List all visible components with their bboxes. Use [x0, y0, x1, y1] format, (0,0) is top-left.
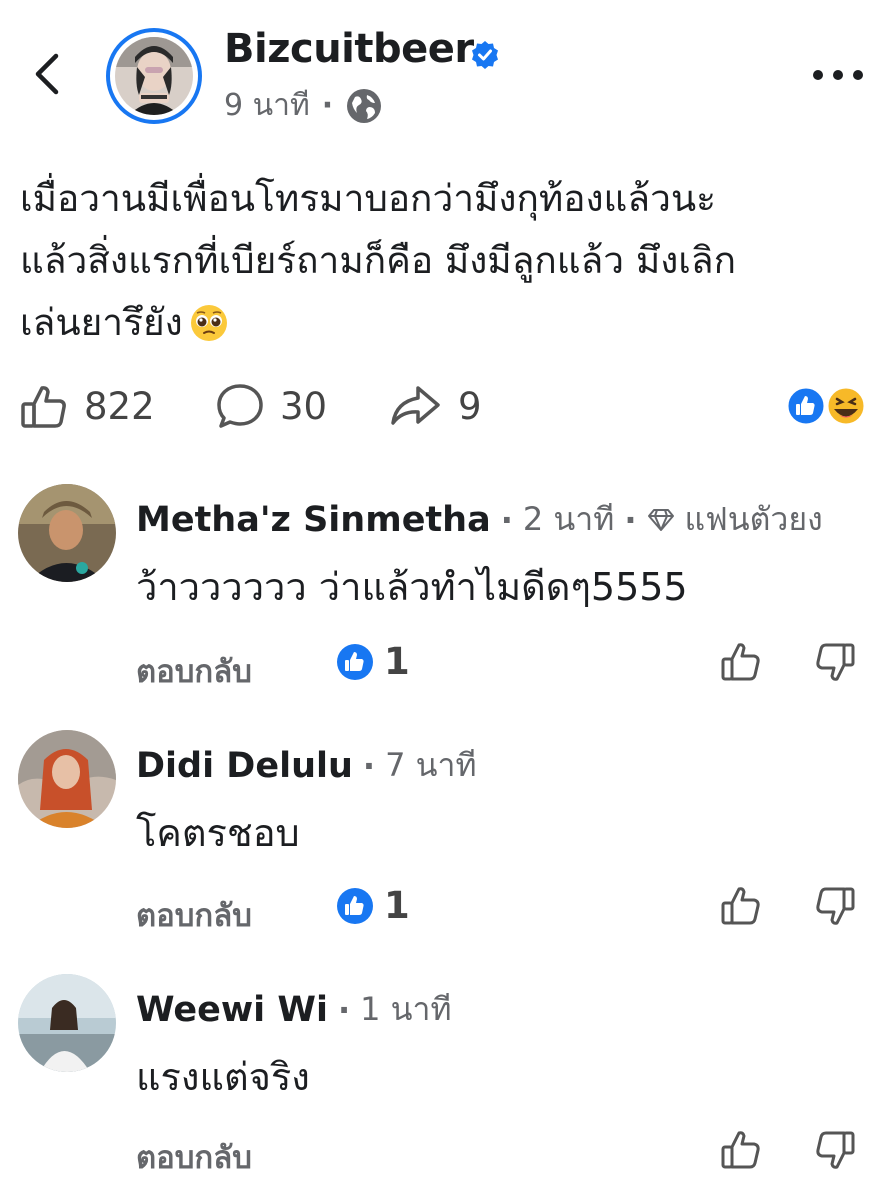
comment-like-count[interactable]: 1: [336, 640, 410, 683]
comment-header: Metha'z Sinmetha · 2 นาที · แฟนตัวยง: [136, 494, 823, 545]
comment-time[interactable]: 2 นาที: [523, 494, 614, 545]
comment-time[interactable]: 7 นาที: [385, 740, 476, 791]
post-text: เมื่อวานมีเพื่อนโทรมาบอกว่ามึงกุท้องแล้ว…: [20, 177, 737, 344]
like-reaction-icon: [337, 643, 373, 680]
thumbs-down-icon: [816, 643, 855, 681]
author-name[interactable]: Bizcuitbeer: [224, 26, 474, 72]
thumbs-down-icon: [816, 1131, 855, 1169]
reply-button[interactable]: ตอบกลับ: [136, 1132, 252, 1182]
pleading-face-emoji: [190, 305, 227, 341]
globe-icon: [347, 88, 382, 123]
commenter-avatar[interactable]: [18, 484, 116, 582]
comment-text: โคตรชอบ: [136, 811, 300, 855]
post-meta: 9 นาที ·: [224, 82, 383, 129]
commenter-name[interactable]: Metha'z Sinmetha: [136, 500, 491, 540]
comment-header: Weewi Wi · 1 นาที: [136, 984, 452, 1035]
more-icon: [813, 70, 863, 80]
post-body: เมื่อวานมีเพื่อนโทรมาบอกว่ามึงกุท้องแล้ว…: [20, 168, 880, 354]
upvote-button[interactable]: [718, 638, 764, 684]
reply-button[interactable]: ตอบกลับ: [136, 646, 252, 696]
separator-dot: ·: [337, 990, 351, 1029]
separator-dot: ·: [362, 746, 376, 785]
thumbs-up-icon: [721, 887, 760, 925]
author-avatar[interactable]: [106, 28, 202, 124]
thumbs-up-icon: [721, 643, 760, 681]
more-options-button[interactable]: [806, 58, 870, 88]
like-icon: [21, 386, 66, 428]
comment-like-number: 1: [384, 640, 410, 683]
like-reaction-icon: [785, 385, 827, 427]
share-icon: [391, 386, 440, 425]
comment-like-number: 1: [384, 884, 410, 927]
back-button[interactable]: [20, 44, 76, 104]
verified-badge-icon: [470, 40, 500, 70]
comment-text: ว้าวววววว ว่าแล้วทำไมดีดๆ5555: [136, 565, 688, 609]
separator-dot: ·: [500, 500, 513, 539]
comment-count: 30: [280, 384, 328, 428]
thumbs-up-icon: [721, 1131, 760, 1169]
comment-icon: [217, 384, 263, 428]
commenter-avatar[interactable]: [18, 974, 116, 1072]
comment-button[interactable]: 30: [214, 378, 327, 434]
thumbs-down-icon: [816, 887, 855, 925]
comment-header: Didi Delulu · 7 นาที: [136, 740, 477, 791]
separator-dot: ·: [321, 88, 334, 123]
top-fan-badge: แฟนตัวยง: [684, 500, 823, 538]
commenter-name[interactable]: Weewi Wi: [136, 990, 328, 1030]
commenter-name[interactable]: Didi Delulu: [136, 746, 353, 786]
post-time[interactable]: 9 นาที: [224, 82, 310, 129]
upvote-button[interactable]: [718, 882, 764, 928]
share-count: 9: [458, 384, 482, 428]
like-count: 822: [84, 384, 155, 428]
share-button[interactable]: 9: [388, 378, 482, 434]
commenter-avatar[interactable]: [18, 730, 116, 828]
downvote-button[interactable]: [812, 1128, 858, 1174]
upvote-button[interactable]: [718, 1126, 764, 1172]
diamond-icon: [648, 508, 675, 531]
reply-button[interactable]: ตอบกลับ: [136, 890, 252, 940]
separator-dot: ·: [624, 500, 637, 539]
reaction-icons[interactable]: [784, 384, 868, 428]
comment-time[interactable]: 1 นาที: [360, 984, 451, 1035]
downvote-button[interactable]: [812, 640, 858, 686]
downvote-button[interactable]: [812, 884, 858, 930]
haha-reaction-icon: [825, 385, 867, 427]
like-button[interactable]: 822: [18, 378, 155, 434]
like-reaction-icon: [337, 887, 373, 924]
comment-like-count[interactable]: 1: [336, 884, 410, 927]
chevron-left-icon: [35, 53, 59, 95]
comment-text: แรงแต่จริง: [136, 1055, 310, 1099]
